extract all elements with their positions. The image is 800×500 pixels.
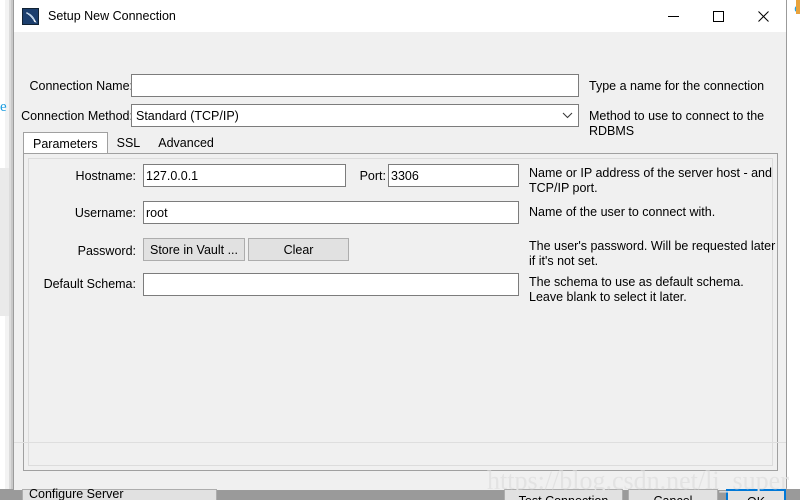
- tab-parameters[interactable]: Parameters: [23, 132, 108, 154]
- username-hint: Name of the user to connect with.: [529, 205, 716, 219]
- chevron-down-icon: [562, 105, 573, 126]
- tabstrip: Parameters SSL Advanced: [23, 132, 778, 154]
- tab-parameters-label: Parameters: [33, 136, 98, 151]
- mysql-workbench-dolphin-icon: [22, 7, 39, 25]
- hostname-label: Hostname:: [75, 169, 136, 183]
- password-hint: The user's password. Will be requested l…: [529, 239, 776, 268]
- store-in-vault-button-label: Store in Vault ...: [150, 242, 239, 257]
- default-schema-hint: The schema to use as default schema. Lea…: [529, 275, 744, 304]
- window-controls: [651, 0, 786, 33]
- configure-server-management-button[interactable]: Configure Server Management...: [22, 486, 217, 500]
- dialog-titlebar[interactable]: Setup New Connection: [14, 0, 786, 33]
- maximize-icon[interactable]: [696, 0, 741, 33]
- connection-method-value: Standard (TCP/IP): [136, 108, 239, 123]
- hostname-input[interactable]: [143, 164, 346, 187]
- configure-server-management-button-label: Configure Server Management...: [29, 486, 124, 500]
- clear-password-button[interactable]: Clear: [248, 238, 349, 261]
- cancel-button-label: Cancel: [654, 494, 693, 500]
- connection-method-label: Connection Method:: [21, 109, 133, 123]
- test-connection-button[interactable]: Test Connection: [504, 489, 623, 500]
- minimize-icon[interactable]: [651, 0, 696, 33]
- dialog-body: Connection Name: Type a name for the con…: [14, 33, 786, 500]
- default-schema-input[interactable]: [143, 273, 519, 296]
- tab-advanced-label: Advanced: [158, 135, 214, 150]
- password-label: Password:: [77, 244, 136, 258]
- ok-button[interactable]: OK: [726, 489, 786, 500]
- clear-password-button-label: Clear: [283, 242, 314, 257]
- tab-advanced[interactable]: Advanced: [149, 132, 223, 153]
- background-left-panel: [0, 168, 9, 316]
- close-icon[interactable]: [741, 0, 786, 33]
- port-label: Port:: [359, 169, 386, 183]
- cancel-button[interactable]: Cancel: [628, 489, 718, 500]
- test-connection-button-label: Test Connection: [519, 494, 609, 500]
- tab-ssl-label: SSL: [116, 135, 141, 150]
- ok-button-label: OK: [747, 495, 765, 500]
- background-right-accent-bar: [796, 0, 800, 14]
- dialog-footer: [14, 442, 786, 490]
- connection-name-hint: Type a name for the connection: [589, 79, 765, 93]
- port-input[interactable]: [388, 164, 519, 187]
- setup-new-connection-dialog: Setup New Connection Connection Name: Ty…: [13, 0, 787, 500]
- connection-name-label: Connection Name:: [29, 79, 133, 93]
- store-in-vault-button[interactable]: Store in Vault ...: [143, 238, 245, 261]
- default-schema-label: Default Schema:: [43, 277, 136, 291]
- username-label: Username:: [74, 206, 136, 220]
- connection-name-input[interactable]: [131, 74, 579, 97]
- dialog-title: Setup New Connection: [48, 9, 176, 23]
- hostname-hint: Name or IP address of the server host - …: [529, 166, 772, 195]
- background-left-glyph: e: [0, 99, 7, 115]
- connection-method-select[interactable]: Standard (TCP/IP): [131, 104, 579, 127]
- username-input[interactable]: [143, 201, 519, 224]
- tab-ssl[interactable]: SSL: [108, 132, 150, 153]
